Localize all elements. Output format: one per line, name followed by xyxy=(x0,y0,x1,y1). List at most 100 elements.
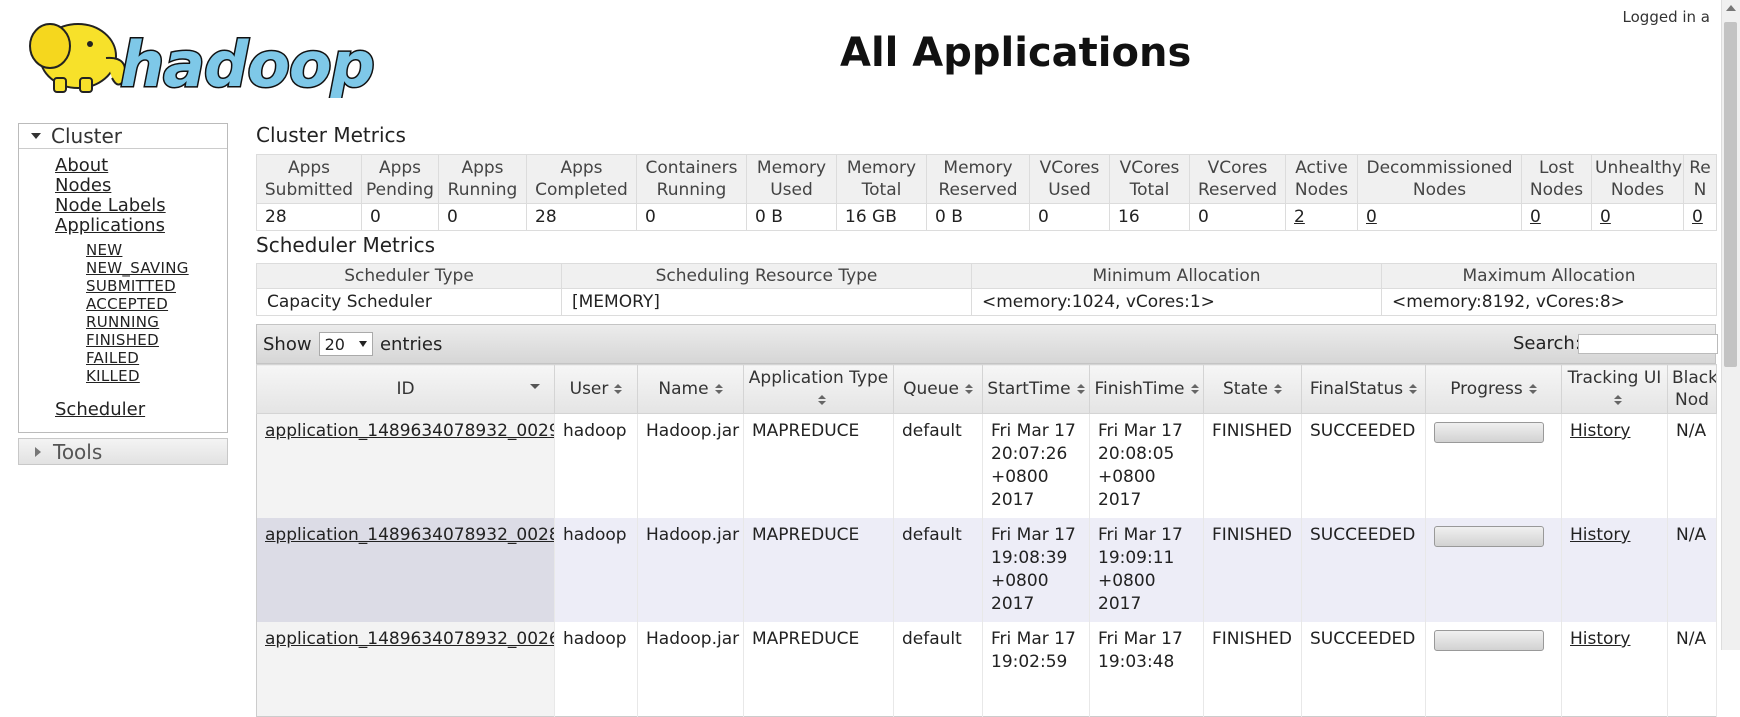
cluster-section-header[interactable]: Cluster xyxy=(19,124,227,149)
scrollbar-thumb[interactable] xyxy=(1724,22,1737,367)
history-link[interactable]: History xyxy=(1570,629,1630,649)
app-type-cell: MAPREDUCE xyxy=(743,413,894,518)
time-line: 20:08:05 xyxy=(1098,444,1175,464)
app-user-cell: hadoop xyxy=(554,413,638,518)
app-id-cell: application_1489634078932_0029 xyxy=(256,413,555,518)
scheduler-metric-value: <memory:8192, vCores:8> xyxy=(1381,288,1717,316)
cluster-metric-header-line: Total xyxy=(1129,180,1170,200)
nav-link-state-failed[interactable]: FAILED xyxy=(86,349,139,367)
time-line: Fri Mar 17 xyxy=(991,421,1076,441)
cluster-metric-header-line: Reserved xyxy=(938,180,1018,200)
app-state-cell: FINISHED xyxy=(1203,413,1302,518)
cluster-metric-link[interactable]: 0 xyxy=(1366,207,1377,227)
scheduler-metrics-value-row: Capacity Scheduler [MEMORY] <memory:1024, … xyxy=(256,288,1717,316)
tools-section-header[interactable]: Tools xyxy=(18,438,228,465)
time-line: Fri Mar 17 xyxy=(1098,421,1183,441)
column-header[interactable]: Application Type xyxy=(743,364,894,414)
cluster-metric-value: 28 xyxy=(256,203,362,231)
app-name-cell: Hadoop.jar xyxy=(637,413,744,518)
page-size-value: 20 xyxy=(324,334,345,354)
column-header[interactable]: Progress xyxy=(1425,364,1562,414)
app-id-link[interactable]: application_1489634078932_0028 xyxy=(265,525,554,545)
column-header-label: Application Type xyxy=(748,368,889,388)
app-queue-cell: default xyxy=(893,518,983,622)
cluster-label: Cluster xyxy=(51,124,122,148)
cluster-metric-link[interactable]: 0 xyxy=(1600,207,1611,227)
nav-link-applications[interactable]: Applications xyxy=(55,215,165,236)
time-line: 2017 xyxy=(1098,490,1142,510)
sort-icon xyxy=(1528,384,1537,394)
app-id-link[interactable]: application_1489634078932_0029 xyxy=(265,421,554,441)
nav-link-scheduler[interactable]: Scheduler xyxy=(55,399,145,420)
cluster-metric-header: Apps Running xyxy=(438,154,527,204)
app-final-status-cell: SUCCEEDED xyxy=(1301,413,1426,518)
column-header-label: Name xyxy=(658,379,709,399)
scheduler-metrics-table: Scheduler Type Scheduling Resource Type Mi… xyxy=(256,263,1717,316)
nav-link-nodes[interactable]: Nodes xyxy=(55,175,111,196)
column-header[interactable]: Black Nod xyxy=(1667,364,1717,414)
cluster-metric-value: 0 xyxy=(1189,203,1286,231)
nav-link-state-running[interactable]: RUNNING xyxy=(86,313,159,331)
time-line: 2017 xyxy=(1098,594,1142,614)
cluster-metric-link[interactable]: 2 xyxy=(1294,207,1305,227)
time-line: 19:03:48 xyxy=(1098,652,1175,672)
app-finish-time-cell: Fri Mar 17 20:08:05 +0800 2017 xyxy=(1089,413,1204,518)
nav-link-state-killed[interactable]: KILLED xyxy=(86,367,140,385)
nav-link-node-labels[interactable]: Node Labels xyxy=(55,195,166,216)
app-state-cell: FINISHED xyxy=(1203,518,1302,622)
column-header[interactable]: FinishTime xyxy=(1089,364,1204,414)
column-header[interactable]: Name xyxy=(637,364,744,414)
history-link[interactable]: History xyxy=(1570,421,1630,441)
search-input[interactable] xyxy=(1578,334,1718,354)
cluster-metric-link[interactable]: 0 xyxy=(1692,207,1703,227)
tools-label: Tools xyxy=(53,439,103,464)
nav-link-state-finished[interactable]: FINISHED xyxy=(86,331,159,349)
cluster-metric-value: 0 xyxy=(636,203,747,231)
scheduler-metrics-title: Scheduler Metrics xyxy=(256,233,436,257)
page-size-select[interactable]: 20 xyxy=(318,332,373,356)
cluster-metric-header-line: Pending xyxy=(366,180,434,200)
column-header[interactable]: Queue xyxy=(893,364,983,414)
column-header-label: User xyxy=(569,379,609,399)
time-line: 19:08:39 xyxy=(991,548,1068,568)
nav-link-state-accepted[interactable]: ACCEPTED xyxy=(86,295,168,313)
scheduler-metric-header: Minimum Allocation xyxy=(971,263,1382,289)
vertical-scrollbar[interactable] xyxy=(1721,0,1740,650)
column-header[interactable]: ID xyxy=(256,364,555,414)
cluster-metric-header-line: Running xyxy=(447,180,518,200)
time-line: Fri Mar 17 xyxy=(1098,629,1183,649)
apps-table-toolbar: Show 20 entries Search: xyxy=(256,324,1718,364)
cluster-metric-link[interactable]: 0 xyxy=(1530,207,1541,227)
cluster-metric-value: 0 B xyxy=(746,203,837,231)
column-header[interactable]: Tracking UI xyxy=(1561,364,1668,414)
cluster-metrics-value-row: 28 0 0 28 0 0 B 16 GB 0 B 0 16 0 2 0 0 0 0 xyxy=(256,203,1717,231)
column-header[interactable]: State xyxy=(1203,364,1302,414)
column-header[interactable]: FinalStatus xyxy=(1301,364,1426,414)
cluster-metrics-table: Apps Submitted Apps Pending Apps Running Apps C… xyxy=(256,154,1717,231)
table-row: application_1489634078932_0029 hadoop Hado… xyxy=(256,413,1717,518)
app-progress-cell xyxy=(1425,622,1562,717)
nav-link-state-submitted[interactable]: SUBMITTED xyxy=(86,277,176,295)
cluster-metric-header-line: Unhealthy xyxy=(1595,158,1683,178)
applications-header-row: ID User Name Application Type Queue StartTime… xyxy=(256,364,1717,414)
column-header[interactable]: StartTime xyxy=(982,364,1090,414)
cluster-metric-value: 16 xyxy=(1109,203,1190,231)
nav-link-about[interactable]: About xyxy=(55,155,108,176)
cluster-metric-header: Unhealthy Nodes xyxy=(1591,154,1684,204)
scroll-up-arrow-icon[interactable] xyxy=(1726,5,1736,11)
cluster-metric-value: 0 xyxy=(361,203,439,231)
time-line: +0800 xyxy=(991,571,1049,591)
scheduler-metric-value: <memory:1024, vCores:1> xyxy=(971,288,1382,316)
column-header[interactable]: User xyxy=(554,364,638,414)
nav-link-state-new-saving[interactable]: NEW_SAVING xyxy=(86,259,189,277)
history-link[interactable]: History xyxy=(1570,525,1630,545)
app-id-link[interactable]: application_1489634078932_0026 xyxy=(265,629,554,649)
cluster-metric-header-line: Apps xyxy=(560,158,603,178)
cluster-metric-header-line: Lost xyxy=(1538,158,1575,178)
time-line: 20:07:26 xyxy=(991,444,1068,464)
cluster-metric-header-line: Nodes xyxy=(1610,180,1665,200)
cluster-metric-value: 0 B xyxy=(926,203,1030,231)
cluster-metric-header: Memory Reserved xyxy=(926,154,1030,204)
cluster-metric-header-line: Completed xyxy=(535,180,628,200)
nav-link-state-new[interactable]: NEW xyxy=(86,241,122,259)
